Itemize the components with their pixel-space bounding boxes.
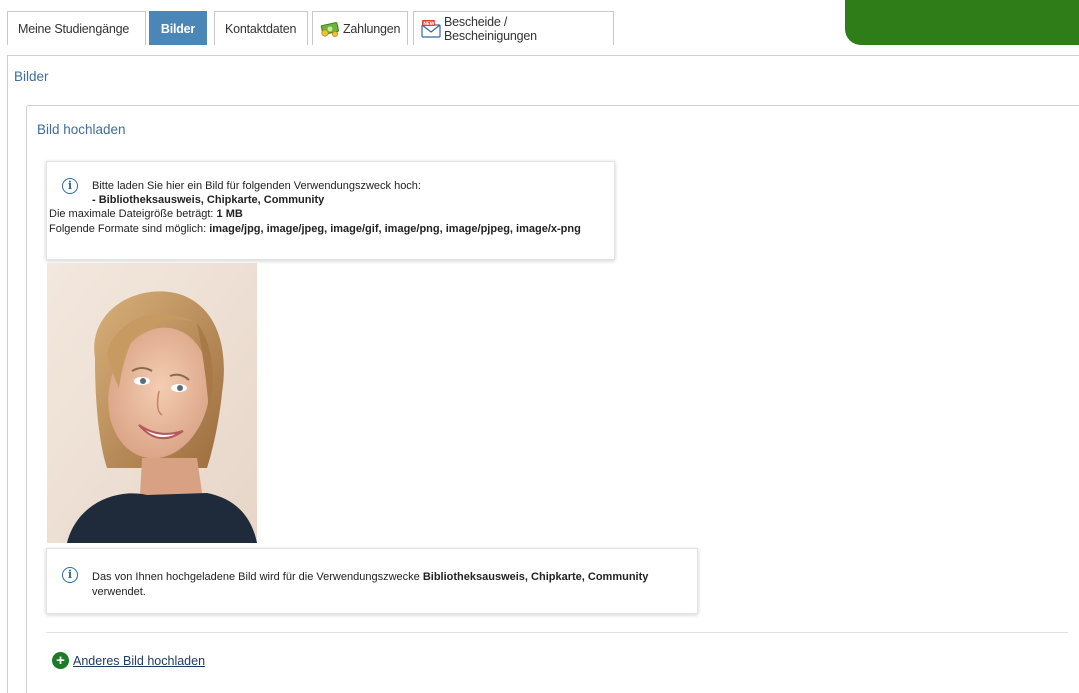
tab-bar: Meine Studiengänge Bilder Kontaktdaten Z… [0, 0, 1079, 46]
tab-meine-studiengaenge[interactable]: Meine Studiengänge [7, 11, 146, 45]
info-icon: i [62, 567, 78, 583]
formats-label: Folgende Formate sind möglich: [49, 223, 210, 235]
max-size-value: 1 MB [216, 208, 243, 220]
used-text-end: verwendet. [92, 586, 146, 598]
tab-label: Meine Studiengänge [18, 21, 130, 36]
formats-value: image/jpg, image/jpeg, image/gif, image/… [209, 223, 581, 235]
divider [46, 632, 1068, 633]
info-icon: i [62, 178, 78, 194]
upload-other-image-link[interactable]: + Anderes Bild hochladen [52, 652, 205, 669]
info-used-line: Das von Ihnen hochgeladene Bild wird für… [92, 570, 648, 584]
plus-circle-icon: + [52, 652, 69, 669]
upload-other-label: Anderes Bild hochladen [73, 653, 206, 668]
info-purpose: - Bibliotheksausweis, Chipkarte, Communi… [92, 194, 325, 206]
tab-bilder[interactable]: Bilder [149, 11, 207, 45]
tab-label: Kontaktdaten [225, 21, 297, 36]
used-text: Das von Ihnen hochgeladene Bild wird für… [92, 571, 423, 583]
info-line: Bitte laden Sie hier ein Bild für folgen… [92, 180, 421, 192]
tab-label: Bescheide / Bescheinigungen [444, 14, 537, 43]
panel-title: Bilder [14, 69, 49, 84]
max-size-label: Die maximale Dateigröße beträgt: [49, 208, 217, 220]
uploaded-photo [47, 263, 257, 543]
tab-kontaktdaten[interactable]: Kontaktdaten [214, 11, 308, 45]
money-icon [319, 20, 341, 38]
section-title: Bild hochladen [37, 122, 126, 137]
new-mail-icon: NEW [420, 19, 442, 38]
svg-text:NEW: NEW [423, 21, 434, 27]
tab-bescheide[interactable]: NEW Bescheide / Bescheinigungen [413, 11, 614, 45]
info-formats: Folgende Formate sind möglich: image/jpg… [49, 222, 581, 236]
tab-label: Zahlungen [343, 21, 401, 36]
info-max-size: Die maximale Dateigröße beträgt: 1 MB [49, 207, 243, 221]
used-purposes: Bibliotheksausweis, Chipkarte, Community [422, 571, 649, 583]
upload-info-box: i Bitte laden Sie hier ein Bild für folg… [46, 161, 615, 260]
tab-label: Bilder [160, 21, 196, 36]
used-info-box: i Das von Ihnen hochgeladene Bild wird f… [46, 548, 698, 614]
header-banner [845, 0, 1079, 45]
tab-zahlungen[interactable]: Zahlungen [312, 11, 408, 45]
